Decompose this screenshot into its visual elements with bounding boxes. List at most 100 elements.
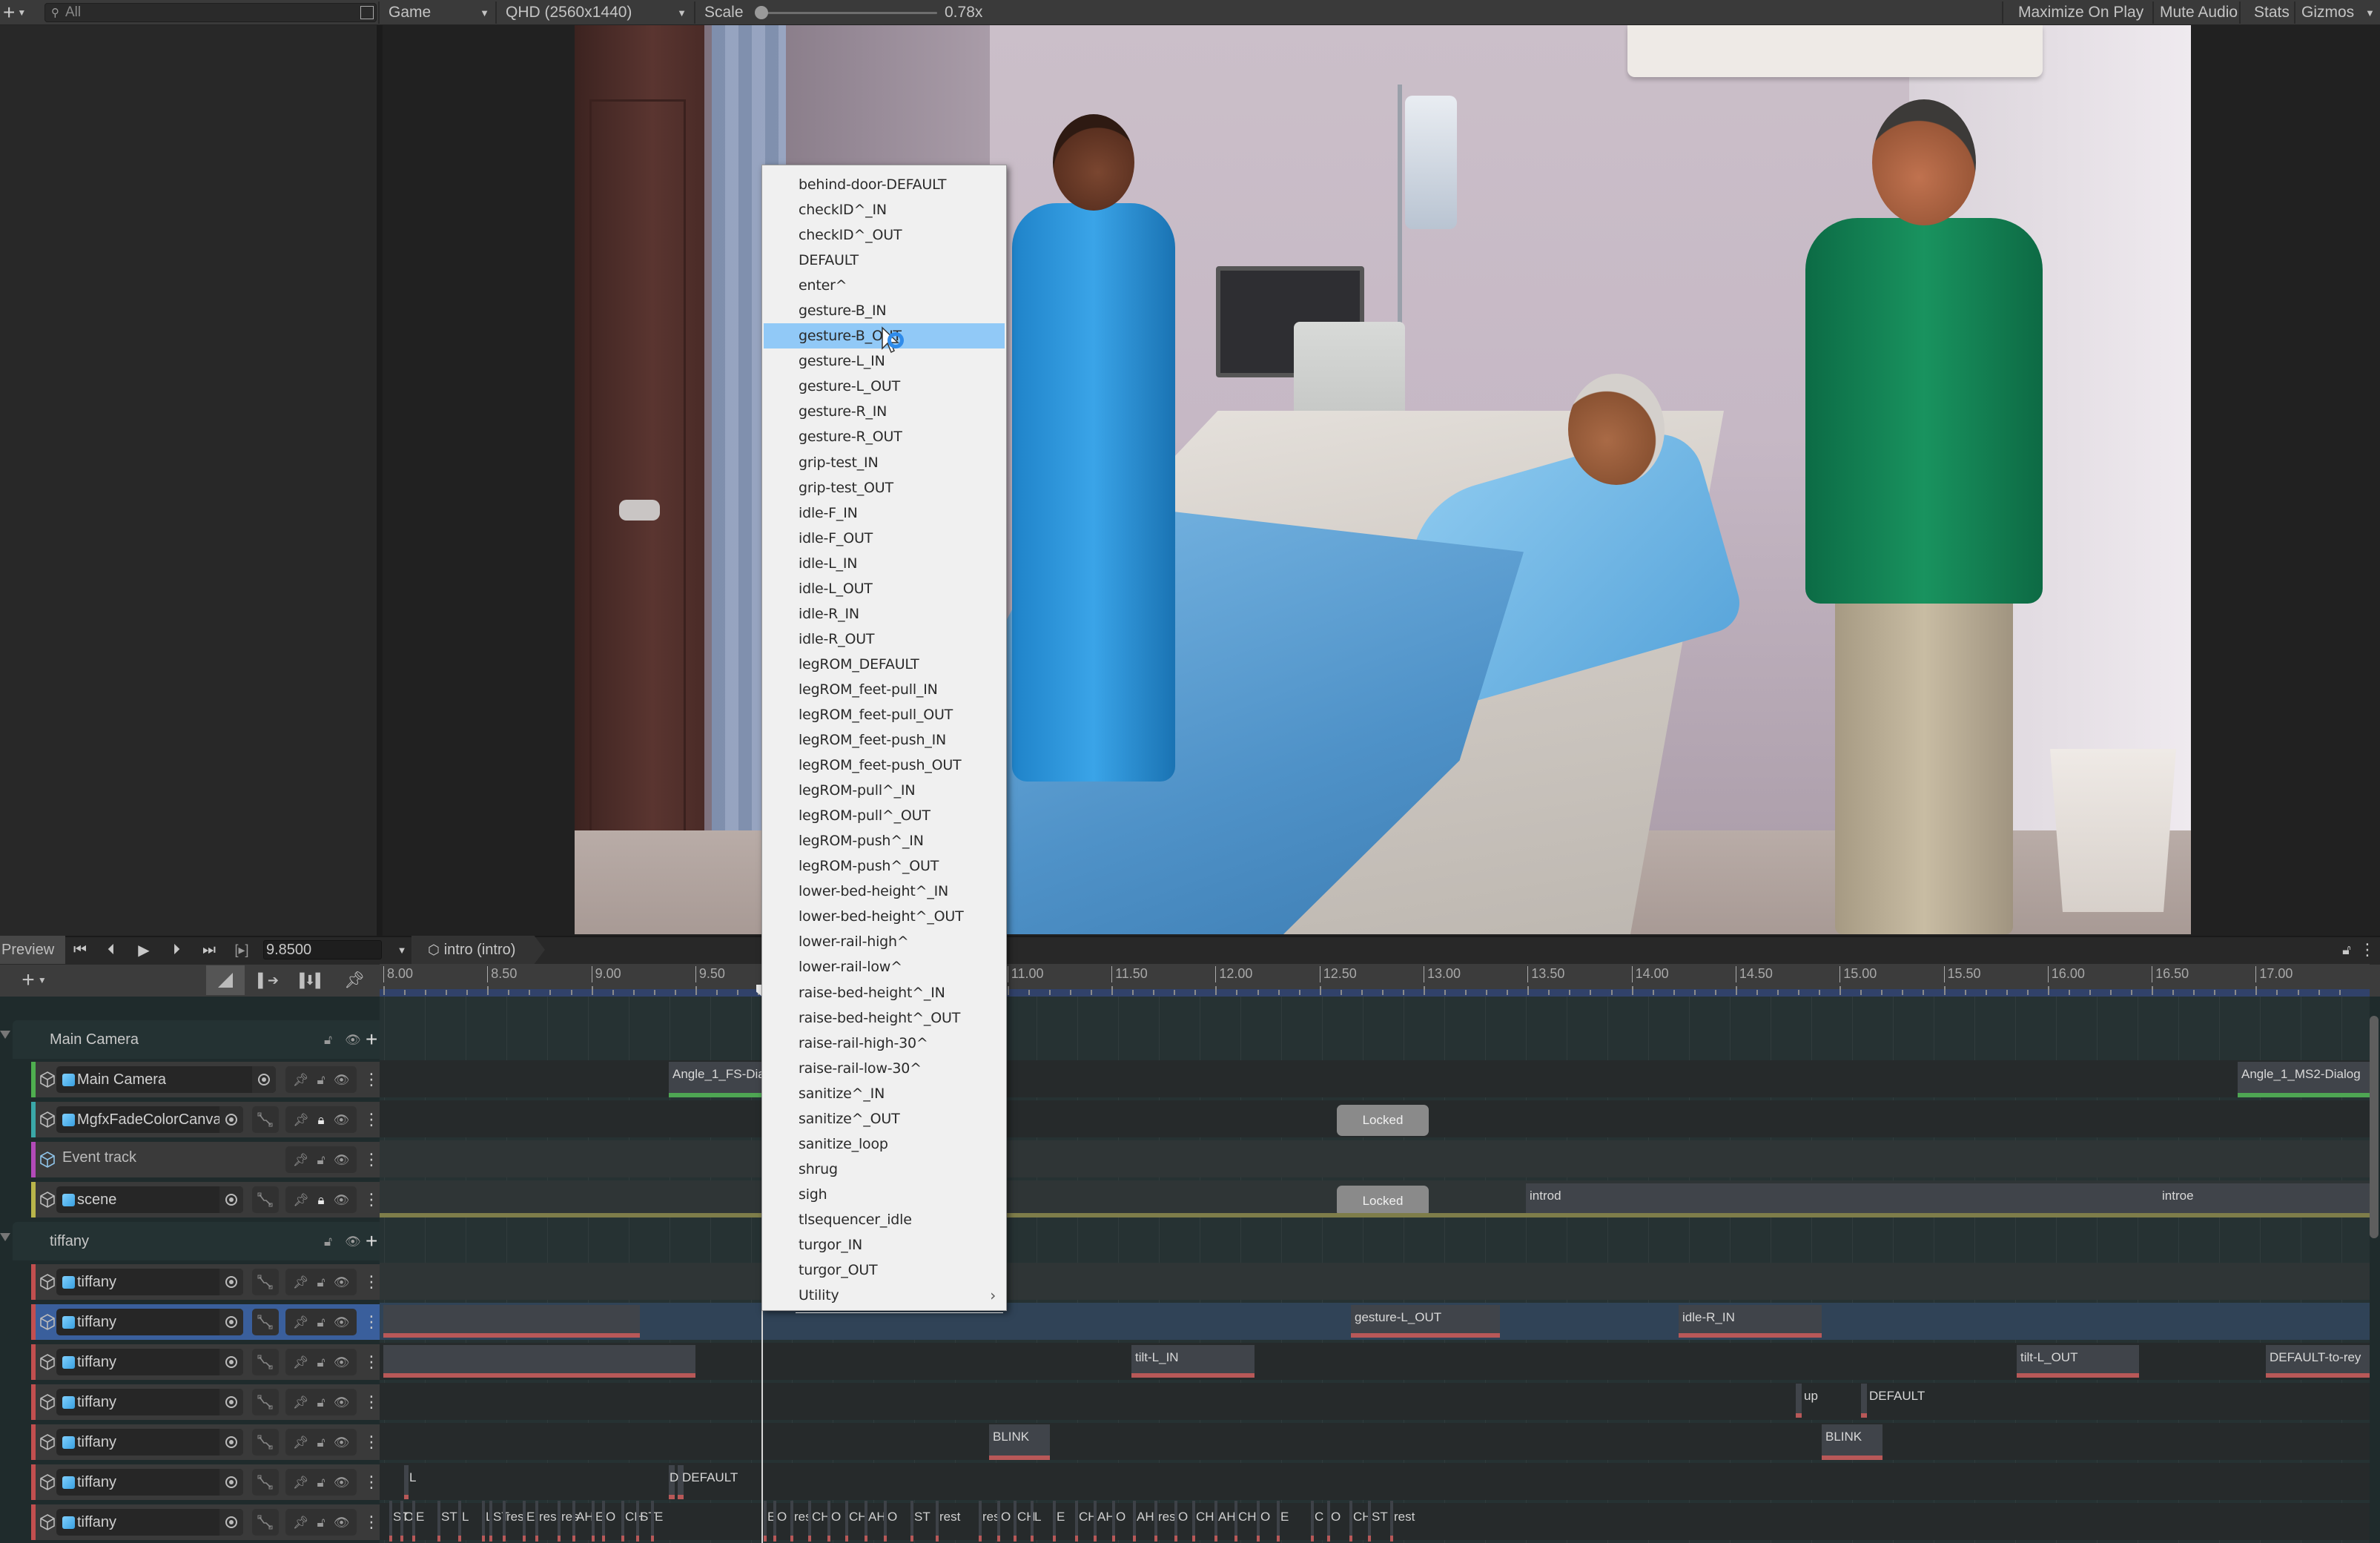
timeline-clip[interactable]: DEFAULT-to-rey [2266, 1345, 2370, 1378]
phoneme-clip[interactable] [1311, 1501, 1314, 1542]
time-ruler[interactable]: 8.008.509.009.5010.0010.5011.0011.5012.0… [380, 964, 2370, 997]
menu-item[interactable]: gesture-R_IN [762, 399, 1006, 424]
object-picker-icon[interactable] [219, 1389, 243, 1415]
menu-item[interactable]: legROM_feet-pull_IN [762, 677, 1006, 702]
lock-icon[interactable]: 🔒︎ [317, 1194, 324, 1206]
unlock-icon[interactable]: 🔓︎ [317, 1516, 325, 1529]
phoneme-clip[interactable] [412, 1501, 415, 1542]
object-picker-icon[interactable] [219, 1509, 243, 1536]
unlock-icon[interactable]: 🔓︎ [324, 1235, 332, 1248]
object-picker-icon[interactable] [219, 1349, 243, 1375]
menu-item[interactable]: tlsequencer_idle [762, 1207, 1006, 1232]
track-binding-field[interactable]: tiffany [56, 1469, 243, 1496]
track-header-tiffany[interactable]: tiffany 📌︎ 🔓︎ 👁︎ ⋮ [31, 1464, 380, 1500]
eye-icon[interactable]: 👁︎ [333, 1194, 349, 1206]
menu-item[interactable]: grip-test_OUT [762, 475, 1006, 500]
track-header-main-camera[interactable]: Main Camera 📌︎ 🔓︎ 👁︎ ⋮ [31, 1062, 380, 1097]
menu-item[interactable]: lower-bed-height^_IN [762, 879, 1006, 904]
track-more-options-icon[interactable]: ⋮ [363, 1272, 380, 1292]
menu-item[interactable]: legROM_feet-push_OUT [762, 753, 1006, 778]
menu-item[interactable]: legROM_DEFAULT [762, 652, 1006, 677]
unlock-icon[interactable]: 🔓︎ [317, 1074, 325, 1086]
phoneme-clip[interactable] [1234, 1501, 1237, 1542]
phoneme-clip[interactable] [1327, 1501, 1330, 1542]
timeline-clip[interactable]: idle-R_IN [1679, 1305, 1822, 1338]
pin-icon[interactable]: 📌︎ [293, 1516, 309, 1529]
menu-item[interactable]: lower-rail-low^ [762, 954, 1006, 979]
menu-item[interactable]: idle-F_IN [762, 500, 1006, 526]
phoneme-clip[interactable] [1368, 1501, 1371, 1542]
phoneme-clip[interactable] [884, 1501, 887, 1542]
menu-item[interactable]: checkID^_OUT [762, 222, 1006, 248]
phoneme-clip[interactable] [910, 1501, 913, 1542]
go-to-start-button[interactable]: ⏮ [68, 936, 92, 964]
track-binding-field[interactable]: Main Camera [56, 1066, 276, 1093]
vertical-scrollbar[interactable] [2370, 1016, 2379, 1238]
phoneme-clip[interactable] [1192, 1501, 1195, 1542]
unlock-icon[interactable]: 🔓︎ [317, 1356, 325, 1369]
track-more-options-icon[interactable]: ⋮ [363, 1189, 380, 1210]
phoneme-clip[interactable] [523, 1501, 526, 1542]
menu-item[interactable]: shrug [762, 1157, 1006, 1182]
phoneme-clip[interactable] [1112, 1501, 1115, 1542]
menu-item[interactable]: legROM-push^_IN [762, 828, 1006, 853]
phoneme-clip[interactable] [827, 1501, 830, 1542]
track-group-main-camera[interactable]: Main Camera 🔓︎ 👁︎ + [13, 1020, 380, 1059]
pin-icon[interactable]: 📌︎ [293, 1396, 309, 1409]
phoneme-clip[interactable] [790, 1501, 793, 1542]
menu-item[interactable]: gesture-R_OUT [762, 424, 1006, 449]
menu-item[interactable]: idle-L_IN [762, 551, 1006, 576]
menu-item[interactable]: idle-F_OUT [762, 526, 1006, 551]
timeline-clip[interactable]: tilt-L_IN [1131, 1345, 1255, 1378]
track-header-scene[interactable]: scene 📌︎ 🔒︎ 👁︎ ⋮ [31, 1182, 380, 1217]
resolution-dropdown[interactable]: QHD (2560x1440) ▼ [506, 0, 691, 25]
track-more-options-icon[interactable]: ⋮ [363, 1069, 380, 1090]
menu-item[interactable]: behind-door-DEFAULT [762, 172, 1006, 197]
track-more-options-icon[interactable]: ⋮ [363, 1432, 380, 1453]
menu-item[interactable]: legROM-pull^_OUT [762, 803, 1006, 828]
create-button[interactable]: + ▼ [3, 0, 26, 25]
scale-slider[interactable] [759, 12, 937, 14]
object-picker-icon[interactable] [219, 1469, 243, 1496]
phoneme-clip[interactable] [503, 1501, 506, 1542]
stats-toggle[interactable]: Stats [2254, 0, 2290, 25]
phoneme-clip[interactable] [602, 1501, 605, 1542]
mute-audio-toggle[interactable]: Mute Audio [2160, 0, 2238, 25]
object-picker-icon[interactable] [219, 1309, 243, 1335]
current-time-input[interactable]: 9.8500 [263, 940, 382, 959]
phoneme-clip[interactable] [1094, 1501, 1097, 1542]
play-range-button[interactable]: [▸] [227, 936, 257, 964]
curves-toggle-icon[interactable] [252, 1309, 279, 1335]
curves-toggle-icon[interactable] [252, 1509, 279, 1536]
curves-toggle-icon[interactable] [252, 1469, 279, 1496]
track-header-tiffany[interactable]: tiffany 📌︎ 🔓︎ 👁︎ ⋮ [31, 1384, 380, 1420]
timeline-clip[interactable] [383, 1305, 640, 1338]
lane-tiffany-4[interactable] [380, 1383, 2370, 1420]
track-header-tiffany[interactable]: tiffany 📌︎ 🔓︎ 👁︎ ⋮ [31, 1344, 380, 1380]
track-header-event[interactable]: Event track 📌︎ 🔓︎ 👁︎ ⋮ [31, 1142, 380, 1177]
phoneme-clip[interactable] [1257, 1501, 1260, 1542]
track-more-options-icon[interactable]: ⋮ [363, 1352, 380, 1372]
scene-clip[interactable]: introd [1526, 1183, 2161, 1213]
menu-item[interactable]: grip-test_IN [762, 450, 1006, 475]
menu-item[interactable]: legROM-pull^_IN [762, 778, 1006, 803]
track-binding-field[interactable]: tiffany [56, 1269, 243, 1295]
track-more-options-icon[interactable]: ⋮ [363, 1109, 380, 1130]
phoneme-clip[interactable] [558, 1501, 561, 1542]
timeline-clip[interactable]: L [406, 1465, 428, 1495]
menu-item[interactable]: raise-rail-high-30^ [762, 1031, 1006, 1056]
hierarchy-search-input[interactable]: ⚲ All [44, 3, 377, 22]
eye-icon[interactable]: 👁︎ [345, 1034, 361, 1046]
next-frame-button[interactable]: ⏵ [163, 936, 190, 964]
track-more-options-icon[interactable]: ⋮ [363, 1512, 380, 1533]
eye-icon[interactable]: 👁︎ [333, 1114, 349, 1126]
phoneme-clip[interactable] [1075, 1501, 1078, 1542]
time-format-dropdown[interactable]: ▼ [391, 936, 412, 964]
track-binding-field[interactable]: tiffany [56, 1389, 243, 1415]
menu-item[interactable]: sigh [762, 1182, 1006, 1207]
menu-item[interactable]: enter^ [762, 273, 1006, 298]
menu-item[interactable]: turgor_OUT [762, 1258, 1006, 1283]
previous-frame-button[interactable]: ⏴ [99, 936, 123, 964]
track-group-tiffany[interactable]: tiffany 🔓︎ 👁︎ + [13, 1222, 380, 1260]
menu-item[interactable]: sanitize^_OUT [762, 1106, 1006, 1131]
